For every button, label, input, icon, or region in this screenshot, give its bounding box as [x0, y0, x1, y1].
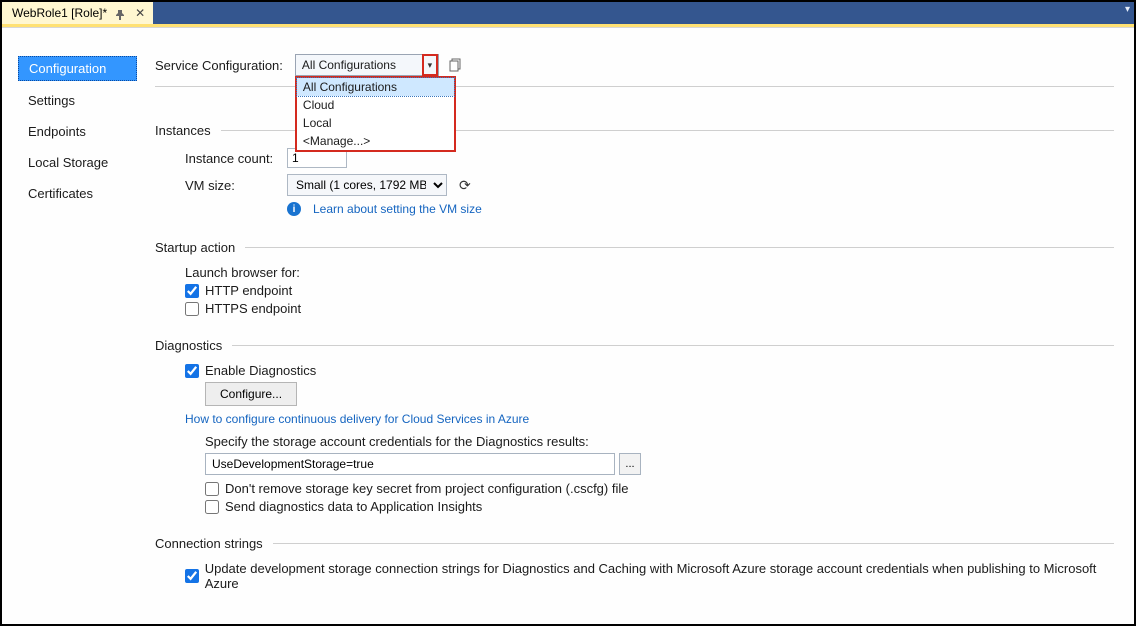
section-diagnostics-title: Diagnostics — [155, 338, 222, 353]
nav-item-label: Settings — [28, 93, 75, 108]
https-endpoint-label: HTTPS endpoint — [205, 301, 301, 316]
refresh-icon[interactable]: ⟳ — [459, 177, 471, 194]
enable-diagnostics-checkbox[interactable]: Enable Diagnostics — [185, 363, 1114, 378]
enable-diagnostics-label: Enable Diagnostics — [205, 363, 316, 378]
dont-remove-key-checkbox[interactable]: Don't remove storage key secret from pro… — [205, 481, 1114, 496]
service-config-option[interactable]: Local — [297, 114, 454, 132]
http-endpoint-checkbox-input[interactable] — [185, 284, 199, 298]
dont-remove-key-checkbox-input[interactable] — [205, 482, 219, 496]
service-config-option[interactable]: Cloud — [297, 96, 454, 114]
configure-diagnostics-button[interactable]: Configure... — [205, 382, 297, 406]
section-divider — [245, 247, 1114, 248]
http-endpoint-label: HTTP endpoint — [205, 283, 292, 298]
diagnostics-connection-input[interactable] — [205, 453, 615, 475]
nav-item-certificates[interactable]: Certificates — [18, 182, 137, 205]
tabstrip-menu-icon[interactable]: ▾ — [1125, 4, 1130, 15]
vm-size-label: VM size: — [185, 178, 281, 193]
update-connection-strings-checkbox[interactable]: Update development storage connection st… — [185, 561, 1114, 591]
document-tab-strip: WebRole1 [Role]* ✕ ▾ — [2, 2, 1134, 24]
settings-nav: Configuration Settings Endpoints Local S… — [12, 36, 137, 614]
nav-item-label: Endpoints — [28, 124, 86, 139]
nav-item-configuration[interactable]: Configuration — [18, 56, 137, 81]
app-insights-checkbox-input[interactable] — [205, 500, 219, 514]
nav-item-label: Certificates — [28, 186, 93, 201]
service-config-dropdown[interactable]: All Configurations ▾ All Configurations … — [295, 54, 439, 76]
nav-item-endpoints[interactable]: Endpoints — [18, 120, 137, 143]
https-endpoint-checkbox-input[interactable] — [185, 302, 199, 316]
section-connection-strings-title: Connection strings — [155, 536, 263, 551]
service-config-label: Service Configuration: — [155, 58, 283, 73]
document-tab[interactable]: WebRole1 [Role]* ✕ — [2, 2, 153, 24]
app-insights-checkbox[interactable]: Send diagnostics data to Application Ins… — [205, 499, 1114, 514]
app-insights-label: Send diagnostics data to Application Ins… — [225, 499, 482, 514]
launch-browser-label: Launch browser for: — [185, 265, 1114, 280]
info-icon: i — [287, 202, 301, 216]
section-instances-title: Instances — [155, 123, 211, 138]
copy-config-icon[interactable] — [447, 56, 465, 74]
https-endpoint-checkbox[interactable]: HTTPS endpoint — [185, 301, 1114, 316]
section-startup-title: Startup action — [155, 240, 235, 255]
document-tab-title: WebRole1 [Role]* — [12, 6, 107, 20]
service-config-dropdown-list: All Configurations Cloud Local <Manage..… — [295, 76, 456, 152]
service-config-selected: All Configurations — [302, 58, 396, 72]
vm-size-select[interactable]: Small (1 cores, 1792 MB) — [287, 174, 447, 196]
nav-item-local-storage[interactable]: Local Storage — [18, 151, 137, 174]
nav-item-label: Configuration — [29, 61, 106, 76]
dont-remove-key-label: Don't remove storage key secret from pro… — [225, 481, 628, 496]
update-connection-strings-label: Update development storage connection st… — [205, 561, 1114, 591]
enable-diagnostics-checkbox-input[interactable] — [185, 364, 199, 378]
service-config-option[interactable]: <Manage...> — [297, 132, 454, 150]
continuous-delivery-link[interactable]: How to configure continuous delivery for… — [185, 412, 1114, 426]
http-endpoint-checkbox[interactable]: HTTP endpoint — [185, 283, 1114, 298]
vm-size-learn-link[interactable]: Learn about setting the VM size — [313, 202, 482, 216]
instance-count-label: Instance count: — [185, 151, 281, 166]
section-divider — [273, 543, 1114, 544]
diagnostics-connection-browse-button[interactable]: ... — [619, 453, 641, 475]
nav-item-label: Local Storage — [28, 155, 108, 170]
nav-item-settings[interactable]: Settings — [18, 89, 137, 112]
close-icon[interactable]: ✕ — [135, 6, 145, 20]
service-config-option[interactable]: All Configurations — [297, 78, 454, 96]
storage-credentials-label: Specify the storage account credentials … — [205, 434, 1114, 449]
update-connection-strings-checkbox-input[interactable] — [185, 569, 199, 583]
pin-icon[interactable] — [115, 7, 127, 19]
section-divider — [232, 345, 1114, 346]
chevron-down-icon[interactable]: ▾ — [422, 54, 438, 76]
